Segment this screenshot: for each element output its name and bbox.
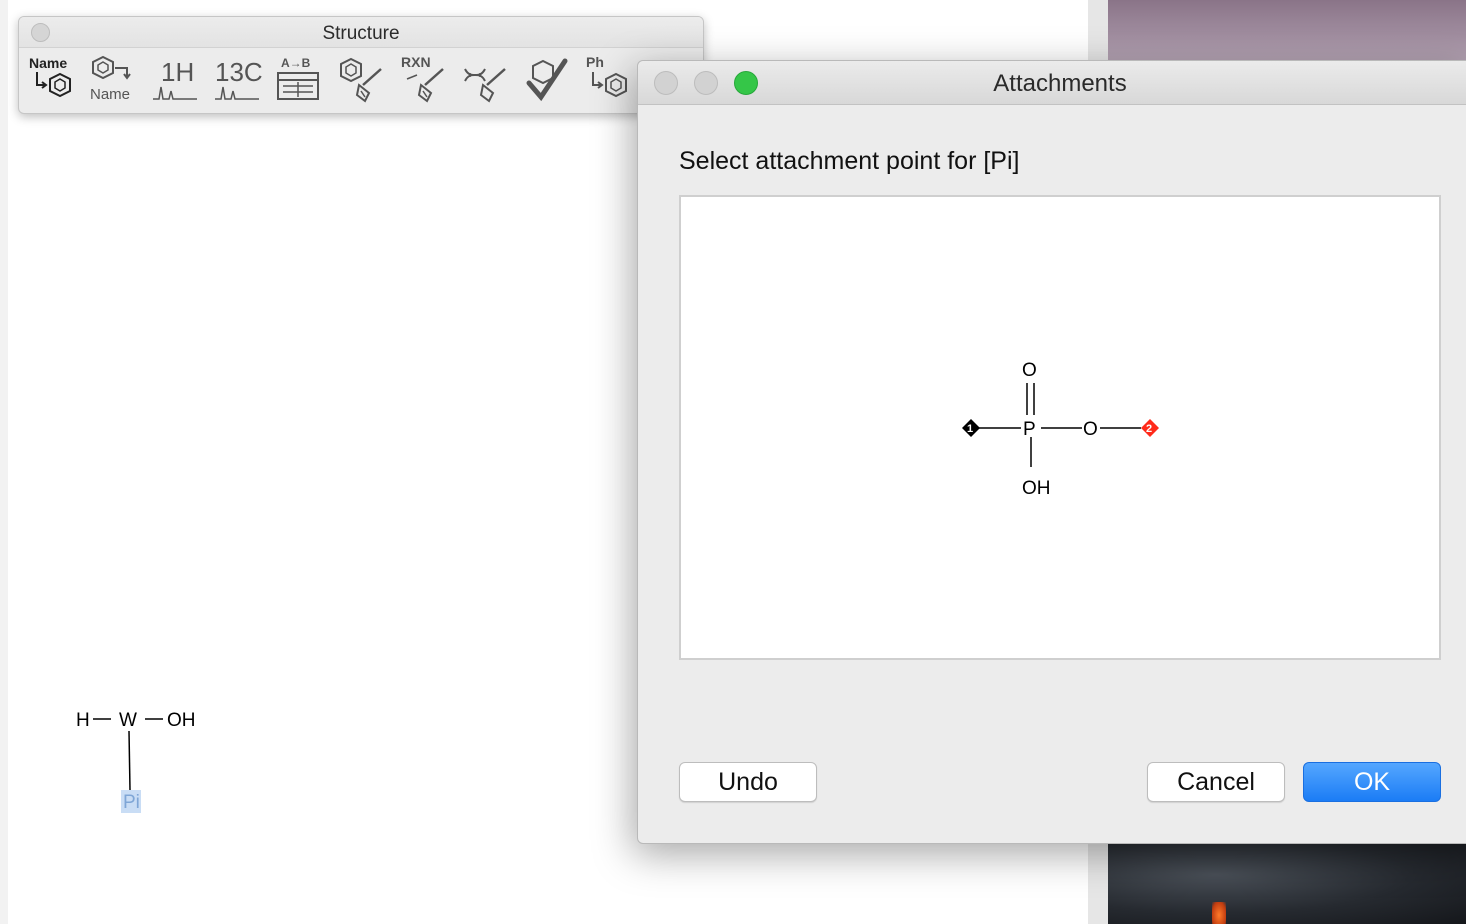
expand-label-button[interactable]: Ph bbox=[583, 51, 639, 107]
nmr-13c-icon: 13C bbox=[215, 57, 263, 100]
clean-biopolymer-button[interactable] bbox=[459, 51, 515, 107]
name-to-structure-button[interactable]: Name bbox=[25, 51, 81, 107]
desktop-wallpaper-bottom bbox=[1108, 842, 1466, 924]
dialog-titlebar[interactable]: Attachments bbox=[638, 61, 1466, 105]
canvas-molecule-drawing: H W OH Pi bbox=[76, 710, 196, 813]
svg-text:13C: 13C bbox=[215, 57, 263, 87]
svg-text:RXN: RXN bbox=[401, 54, 431, 70]
svg-text:1: 1 bbox=[967, 423, 973, 435]
ok-button[interactable]: OK bbox=[1303, 762, 1441, 802]
name-to-structure-icon: Name bbox=[29, 55, 71, 98]
structure-to-name-icon: Name bbox=[90, 55, 131, 103]
dialog-title: Attachments bbox=[993, 70, 1127, 97]
reaction-table-icon: A→B bbox=[277, 56, 319, 100]
canvas-molecule[interactable]: H W OH Pi bbox=[70, 700, 210, 820]
atom-pi: Pi bbox=[123, 792, 140, 813]
clean-biopolymer-icon bbox=[464, 68, 506, 103]
wallpaper-glow bbox=[1212, 902, 1226, 924]
clean-structure-icon bbox=[340, 57, 382, 103]
reaction-table-button[interactable]: A→B bbox=[273, 51, 329, 107]
atom-o-right: O bbox=[1083, 419, 1098, 440]
phosphate-molecule-drawing: O P O OH 1 2 bbox=[962, 360, 1159, 499]
dialog-minimize-button[interactable] bbox=[694, 71, 718, 95]
atom-oh: OH bbox=[167, 710, 196, 731]
bond-w-pi bbox=[128, 730, 131, 791]
expand-label-icon: Ph bbox=[586, 54, 627, 98]
attachment-point-1[interactable]: 1 bbox=[962, 419, 980, 437]
desktop-wallpaper-top bbox=[1108, 0, 1466, 60]
nmr-1h-icon: 1H bbox=[153, 57, 197, 100]
svg-text:A→B: A→B bbox=[281, 56, 311, 70]
attachments-dialog[interactable]: Attachments Select attachment point for … bbox=[637, 60, 1466, 844]
svg-text:Ph: Ph bbox=[586, 54, 604, 70]
svg-text:2: 2 bbox=[1146, 423, 1152, 435]
predict-1h-nmr-button[interactable]: 1H bbox=[149, 51, 205, 107]
structure-to-name-button[interactable]: Name bbox=[87, 51, 143, 107]
check-structure-icon bbox=[526, 58, 568, 102]
clean-reaction-icon: RXN bbox=[401, 54, 444, 103]
atom-p: P bbox=[1023, 419, 1036, 440]
palette-titlebar[interactable]: Structure bbox=[19, 17, 703, 48]
clean-reaction-button[interactable]: RXN bbox=[397, 51, 453, 107]
attachment-prompt: Select attachment point for [Pi] bbox=[679, 147, 1020, 175]
attachment-point-2[interactable]: 2 bbox=[1141, 419, 1159, 437]
dialog-zoom-button[interactable] bbox=[734, 71, 758, 95]
predict-13c-nmr-button[interactable]: 13C bbox=[211, 51, 267, 107]
svg-text:1H: 1H bbox=[161, 57, 194, 87]
atom-o-top: O bbox=[1022, 360, 1037, 381]
atom-oh: OH bbox=[1022, 478, 1051, 499]
clean-structure-button[interactable] bbox=[335, 51, 391, 107]
dialog-close-button[interactable] bbox=[654, 71, 678, 95]
attachment-molecule-canvas[interactable]: O P O OH 1 2 bbox=[679, 195, 1441, 660]
svg-text:Name: Name bbox=[90, 86, 130, 103]
structure-palette[interactable]: Structure Name Name 1H 13C A→B RXN Ph bbox=[18, 16, 704, 114]
undo-button[interactable]: Undo bbox=[679, 762, 817, 802]
svg-text:Name: Name bbox=[29, 55, 67, 71]
cancel-button[interactable]: Cancel bbox=[1147, 762, 1285, 802]
atom-h: H bbox=[76, 710, 90, 731]
atom-w: W bbox=[119, 710, 137, 731]
palette-title: Structure bbox=[322, 23, 400, 44]
window-edge bbox=[0, 0, 8, 924]
check-structure-button[interactable] bbox=[521, 51, 577, 107]
